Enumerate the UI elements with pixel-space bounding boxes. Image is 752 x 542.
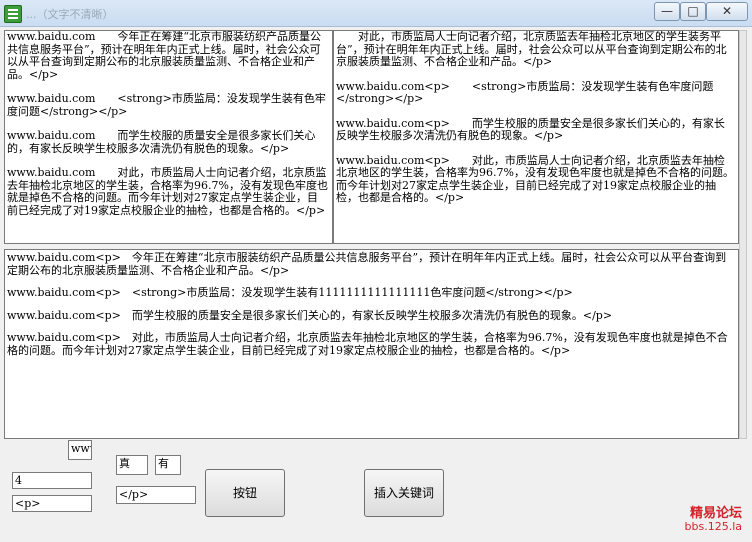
maximize-button[interactable]: □ [680,2,706,21]
window-title: ...（文字不清晰） [26,8,114,21]
processed-text-box[interactable]: 对此，市质监局人士向记者介绍，北京质监去年抽检北京地区的学生装务平台”，预计在明… [333,30,739,244]
source-text-box[interactable]: www.baidu.com 今年正在筹建“北京市服装纺织产品质量公共信息服务平台… [4,30,333,244]
app-icon [4,5,22,23]
watermark-url: bbs.125.la [684,520,742,533]
www-field[interactable]: www [68,440,92,460]
number-field[interactable]: 4 [12,472,92,489]
text-paragraph: www.baidu.com<p> <strong>市质监局：没发现学生装有111… [7,286,573,299]
text-paragraph: www.baidu.com 而学生校服的质量安全是很多家长们关心的，有家长反映学… [7,129,316,155]
watermark-title: 精易论坛 [689,506,742,521]
text-paragraph: www.baidu.com 对此，市质监局人士向记者介绍，北京质监去年抽检北京地… [7,166,328,217]
text-paragraph: www.baidu.com 今年正在筹建“北京市服装纺织产品质量公共信息服务平台… [7,30,322,81]
output-text-box[interactable]: www.baidu.com<p> 今年正在筹建“北京市服装纺织产品质量公共信息服… [4,249,739,439]
minimize-button[interactable]: — [654,2,680,21]
text-paragraph: www.baidu.com<p> 今年正在筹建“北京市服装纺织产品质量公共信息服… [7,251,727,277]
text-paragraph: www.baidu.com<p> 而学生校服的质量安全是很多家长们关心的，有家长… [7,308,613,322]
vertical-scrollbar[interactable] [739,30,747,439]
action-button[interactable]: 按钮 [205,469,285,517]
true-field[interactable]: 真 [116,455,148,475]
text-paragraph: 对此，市质监局人士向记者介绍，北京质监去年抽检北京地区的学生装务平台”，预计在明… [336,30,727,68]
text-paragraph: www.baidu.com<p> 对此，市质监局人士向记者介绍，北京质监去年抽检… [7,331,728,357]
text-paragraph: www.baidu.com<p> 对此，市质监局人士向记者介绍，北京质监去年抽检… [336,153,734,204]
p-open-field[interactable]: <p> [12,495,92,512]
title-bar: ...（文字不清晰） — □ ✕ [0,0,752,27]
text-paragraph: www.baidu.com<p> 而学生校服的质量安全是很多家长们关心的，有家长… [336,116,725,142]
insert-keyword-button[interactable]: 插入关键词 [364,469,444,517]
text-paragraph: www.baidu.com<p> <strong>市质监局：没发现学生装有色牢度… [336,79,714,105]
text-paragraph: www.baidu.com <strong>市质监局：没发现学生装有色牢度问题<… [7,92,326,118]
close-button[interactable]: ✕ [706,2,748,21]
have-field[interactable]: 有 [155,455,181,475]
p-close-field[interactable]: </p> [116,486,196,504]
